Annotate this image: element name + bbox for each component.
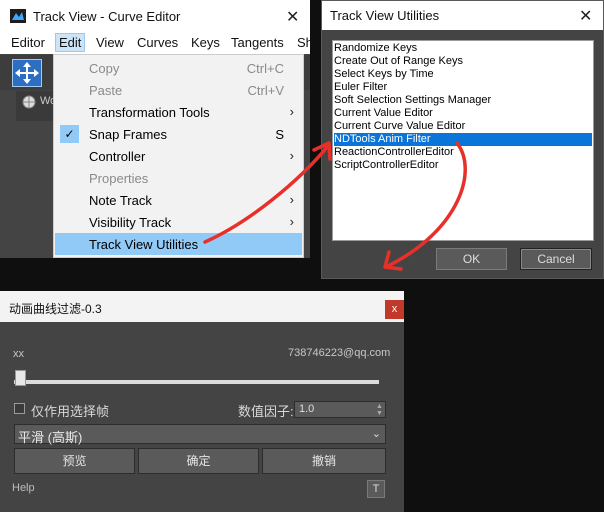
edit-menu: Copy Ctrl+C Paste Ctrl+V Transformation … (53, 54, 304, 258)
method-dropdown[interactable]: 平滑 (高斯) ⌄ (14, 424, 386, 445)
close-icon[interactable]: x (385, 300, 404, 319)
menu-item-track-view-utilities[interactable]: Track View Utilities (55, 233, 302, 255)
cancel-button[interactable]: Cancel (520, 248, 592, 270)
list-item[interactable]: Current Curve Value Editor (334, 120, 592, 133)
utilities-list[interactable]: Randomize Keys Create Out of Range Keys … (332, 40, 594, 241)
menu-edit[interactable]: Edit (55, 33, 86, 52)
menu-view[interactable]: View (96, 35, 124, 50)
list-item[interactable]: Euler Filter (334, 81, 592, 94)
menu-keys[interactable]: Keys (191, 35, 220, 50)
track-view-titlebar: Track View - Curve Editor ✕ (0, 0, 310, 32)
menu-item-label: Copy (89, 61, 120, 76)
anim-filter-title: 动画曲线过滤-0.3 (9, 302, 102, 316)
utilities-title: Track View Utilities (330, 8, 440, 23)
check-icon: ✓ (60, 125, 79, 143)
menu-editor[interactable]: Editor (11, 35, 45, 50)
confirm-button[interactable]: 确定 (138, 448, 259, 474)
menu-item-transformation-tools[interactable]: Transformation Tools › (55, 101, 302, 123)
menu-item-paste[interactable]: Paste Ctrl+V (55, 79, 302, 101)
submenu-arrow-icon: › (289, 148, 294, 163)
move-icon (15, 62, 39, 84)
menu-curves[interactable]: Curves (137, 35, 178, 50)
method-value: 平滑 (高斯) (18, 430, 83, 445)
track-tree: Wo (16, 91, 56, 121)
spin-up-icon[interactable]: ▲ (376, 403, 383, 410)
menu-item-label: Snap Frames (89, 127, 168, 142)
anim-filter-dialog: 动画曲线过滤-0.3 x xx 738746223@qq.com 仅作用选择帧 … (0, 291, 404, 512)
list-item[interactable]: Create Out of Range Keys (334, 55, 592, 68)
list-item[interactable]: Randomize Keys (334, 42, 592, 55)
menu-item-shortcut: S (275, 127, 284, 142)
menu-item-controller[interactable]: Controller › (55, 145, 302, 167)
menu-item-properties[interactable]: Properties (55, 167, 302, 189)
submenu-arrow-icon: › (289, 214, 294, 229)
close-icon[interactable]: ✕ (286, 7, 299, 27)
track-view-title: Track View - Curve Editor (33, 9, 181, 24)
anim-filter-titlebar: 动画曲线过滤-0.3 x (0, 291, 404, 322)
spin-down-icon[interactable]: ▼ (376, 410, 383, 417)
menu-tangents[interactable]: Tangents (231, 35, 284, 50)
menu-item-note-track[interactable]: Note Track › (55, 189, 302, 211)
menu-item-label: Track View Utilities (89, 237, 199, 252)
slider-thumb[interactable] (15, 370, 26, 386)
menu-show[interactable]: Sh (297, 35, 313, 50)
only-selected-frames-label: 仅作用选择帧 (31, 404, 110, 419)
t-button[interactable]: T (367, 480, 385, 498)
slider-track[interactable] (14, 380, 379, 384)
ok-button[interactable]: OK (436, 248, 507, 270)
menubar: Editor Edit View Curves Keys Tangents Sh (0, 32, 313, 54)
menu-item-label: Controller (89, 149, 146, 164)
menu-item-shortcut: Ctrl+C (246, 61, 284, 76)
menu-item-label: Note Track (89, 193, 152, 208)
chevron-down-icon: ⌄ (371, 428, 381, 440)
undo-button[interactable]: 撤销 (262, 448, 386, 474)
menu-item-label: Properties (89, 171, 149, 186)
factor-spinner[interactable]: 1.0 ▲ ▼ (294, 401, 386, 418)
help-link[interactable]: Help (12, 482, 35, 494)
list-item-selected[interactable]: NDTools Anim Filter (334, 133, 592, 146)
menu-item-label: Transformation Tools (89, 105, 210, 120)
menu-item-shortcut: Ctrl+V (247, 83, 284, 98)
factor-label: 数值因子: (238, 404, 294, 419)
list-item[interactable]: Soft Selection Settings Manager (334, 94, 592, 107)
menu-item-copy[interactable]: Copy Ctrl+C (55, 57, 302, 79)
menu-item-visibility-track[interactable]: Visibility Track › (55, 211, 302, 233)
submenu-arrow-icon: › (289, 104, 294, 119)
list-item[interactable]: Select Keys by Time (334, 68, 592, 81)
slider-left-label: xx (13, 348, 24, 360)
track-view-utilities-dialog: Track View Utilities ✕ Randomize Keys Cr… (321, 0, 604, 279)
menu-item-label: Paste (89, 83, 123, 98)
preview-button[interactable]: 预览 (14, 448, 135, 474)
list-item[interactable]: ScriptControllerEditor (334, 159, 592, 172)
factor-value: 1.0 (299, 403, 315, 415)
world-icon (22, 95, 36, 109)
author-email: 738746223@qq.com (288, 347, 391, 359)
submenu-arrow-icon: › (289, 192, 294, 207)
utilities-titlebar: Track View Utilities ✕ (322, 1, 603, 30)
app-icon (10, 9, 26, 23)
list-item[interactable]: Current Value Editor (334, 107, 592, 120)
menu-item-label: Visibility Track (89, 215, 172, 230)
only-selected-frames-checkbox[interactable] (14, 403, 25, 414)
close-icon[interactable]: ✕ (579, 6, 592, 26)
list-item[interactable]: ReactionControllerEditor (334, 146, 592, 159)
menu-item-snap-frames[interactable]: ✓ Snap Frames S (55, 123, 302, 145)
move-button[interactable] (12, 59, 42, 87)
